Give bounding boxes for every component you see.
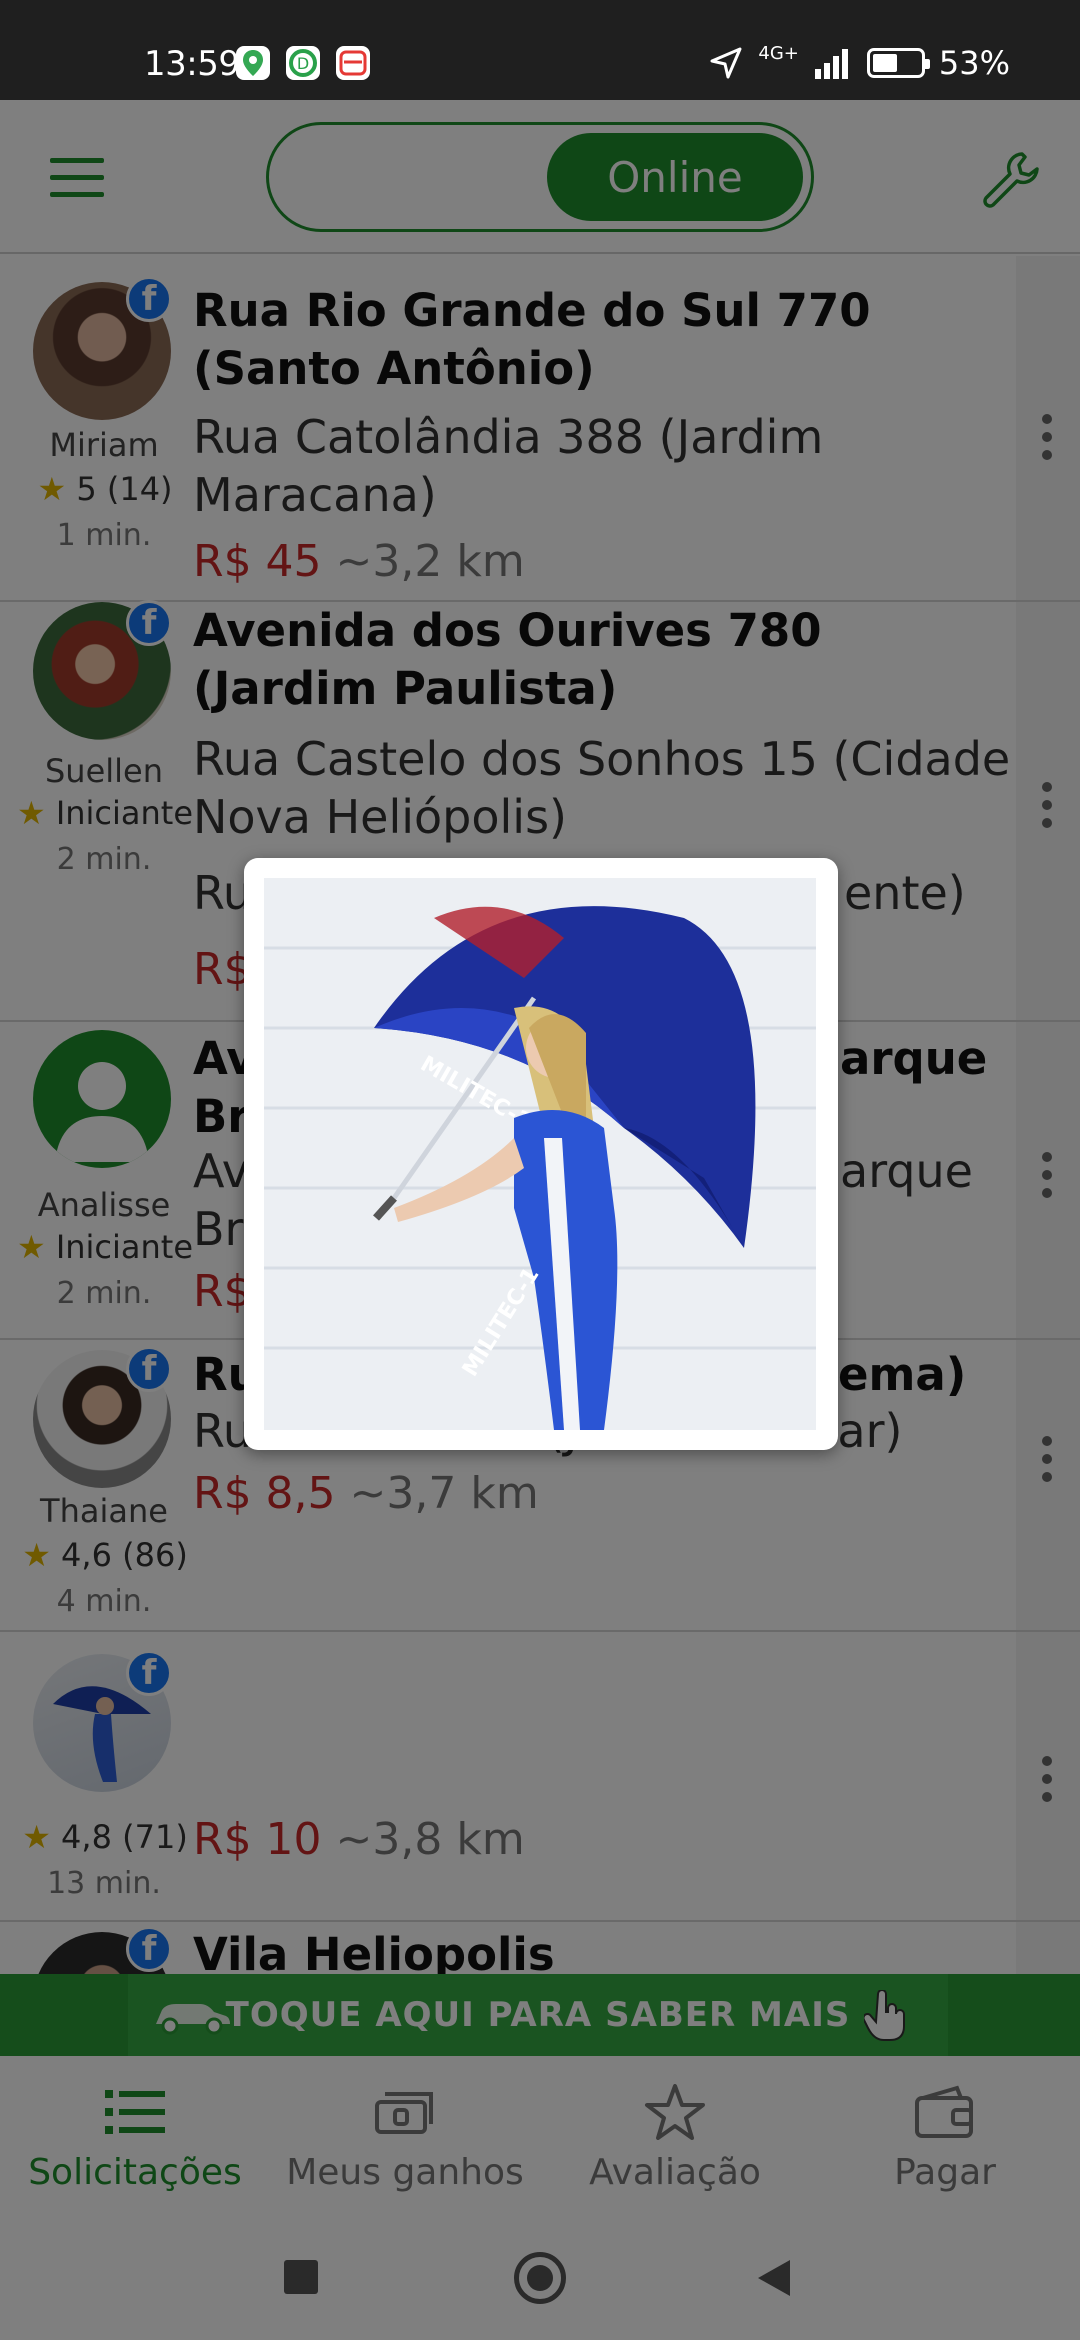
maps-app-icon: [236, 46, 270, 80]
battery-icon: [866, 48, 930, 78]
suit-text: MILITEC-1: [458, 1263, 545, 1381]
app-notification-icon: D: [286, 46, 320, 80]
network-type: 4G+: [758, 42, 799, 64]
status-time: 13:59: [144, 44, 240, 84]
battery-percent: 53%: [938, 44, 1010, 82]
status-bar: 13:59 D 4G+ 53%: [0, 0, 1080, 100]
mail-app-icon: [336, 46, 370, 80]
status-icons: 4G+ 53%: [708, 42, 1010, 82]
location-arrow-icon: [710, 47, 742, 79]
profile-photo: MILITEC-1 MILITEC-1: [264, 878, 816, 1430]
signal-icon: [814, 49, 848, 79]
svg-text:D: D: [297, 54, 309, 73]
profile-photo-dialog[interactable]: MILITEC-1 MILITEC-1: [244, 858, 838, 1450]
